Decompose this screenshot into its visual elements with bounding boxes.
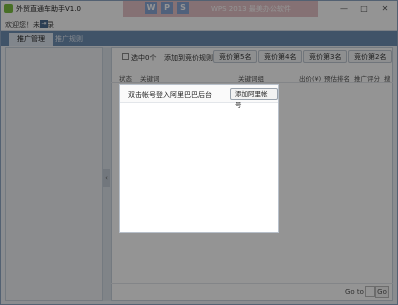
add-alibaba-account-button[interactable]: 添加阿里帐号 bbox=[230, 88, 278, 109]
account-dialog: 双击帐号登入阿里巴巴后台 添加阿里帐号 bbox=[119, 84, 279, 233]
dialog-header: 双击帐号登入阿里巴巴后台 添加阿里帐号 bbox=[120, 85, 278, 109]
dialog-title: 双击帐号登入阿里巴巴后台 bbox=[128, 91, 212, 99]
